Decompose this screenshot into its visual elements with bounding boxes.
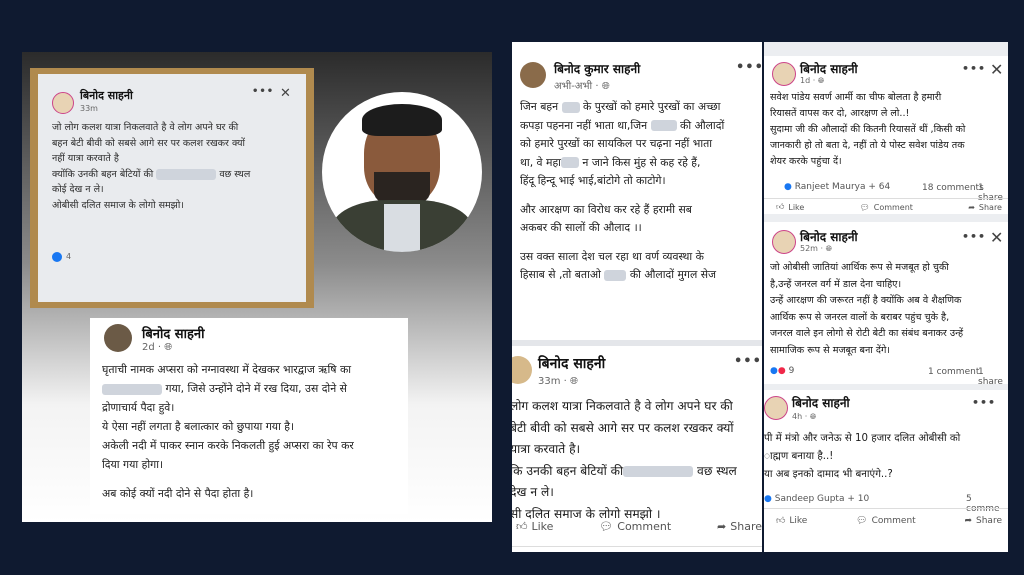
post-body: जो लोग कलश यात्रा निकलवाते है वे लोग अपन… bbox=[52, 122, 251, 211]
middle-panel: बिनोद कुमार साहनी अभी-अभी · 🌐︎ ••• जिन ब… bbox=[512, 42, 762, 552]
share-button[interactable]: ➦ Share bbox=[968, 202, 1002, 212]
post-time: 33m · 🌐︎ bbox=[538, 376, 579, 387]
like-reaction-icon bbox=[52, 252, 62, 262]
post-author: बिनोद कुमार साहनी bbox=[554, 62, 641, 76]
post-author: बिनोद साहनी bbox=[80, 89, 133, 102]
post-time: 52m · 🌐︎ bbox=[800, 244, 833, 253]
photo-post-card: बिनोद साहनी 33m ✕ ••• जो लोग कलश यात्रा … bbox=[38, 74, 306, 302]
action-bar: 👍︎ Like 💬︎ Comment ➦ Share bbox=[776, 202, 1002, 212]
avatar bbox=[52, 92, 74, 114]
post-time: 33m bbox=[80, 104, 98, 113]
globe-icon: 🌐︎ bbox=[809, 412, 817, 421]
more-options-icon[interactable]: ••• bbox=[252, 86, 274, 97]
like-reaction-icon: ● bbox=[784, 182, 792, 192]
share-icon: ➦ bbox=[964, 516, 973, 526]
share-count: 1 share bbox=[978, 183, 1003, 203]
action-bar: 👍︎ Like 💬︎ Comment ➦ Share bbox=[516, 520, 762, 533]
post-body: लोग कलश यात्रा निकलवाते है वे लोग अपने घ… bbox=[512, 399, 737, 521]
like-button[interactable]: 👍︎ Like bbox=[776, 202, 804, 212]
close-icon[interactable]: ✕ bbox=[280, 86, 291, 101]
post-author: बिनोद साहनी bbox=[538, 356, 606, 372]
avatar bbox=[520, 62, 546, 88]
post-body: सवेश पांडेय सवर्ण आर्मी का चीफ बोलता है … bbox=[770, 92, 966, 167]
like-button[interactable]: 👍︎ Like bbox=[516, 520, 553, 533]
comment-count: 1 comment bbox=[928, 367, 980, 377]
left-panel: बिनोद साहनी 33m ✕ ••• जो लोग कलश यात्रा … bbox=[22, 52, 492, 522]
post-time: 2d · 🌐︎ bbox=[142, 342, 173, 353]
post-body: घृताची नामक अप्सरा को नग्नावस्था में देख… bbox=[102, 363, 354, 500]
comment-button[interactable]: 💬︎ Comment bbox=[599, 520, 671, 533]
globe-icon: 🌐︎ bbox=[570, 376, 579, 387]
share-icon: ➦ bbox=[968, 202, 975, 212]
post-author: बिनोद साहनी bbox=[792, 396, 850, 410]
portrait-hair bbox=[362, 104, 442, 136]
comment-button[interactable]: 💬︎ Comment bbox=[856, 516, 916, 526]
profile-portrait bbox=[322, 92, 482, 252]
thumbs-up-icon: 👍︎ bbox=[516, 520, 528, 533]
post-time: 4h · 🌐︎ bbox=[792, 412, 817, 421]
share-count: 1 share bbox=[978, 367, 1003, 384]
reactors: ● Ranjeet Maurya + 64 bbox=[784, 182, 891, 192]
divider bbox=[512, 546, 762, 547]
post-body: जो ओबीसी जातियां आर्थिक रूप से मजबूत हो … bbox=[770, 262, 964, 356]
globe-icon: 🌐︎ bbox=[825, 244, 833, 253]
photo-frame: बिनोद साहनी 33m ✕ ••• जो लोग कलश यात्रा … bbox=[30, 68, 314, 308]
divider bbox=[764, 198, 1008, 199]
post-time: 1d · 🌐︎ bbox=[800, 76, 825, 85]
more-options-icon[interactable]: ••• bbox=[736, 60, 762, 75]
post-card: बिनोद साहनी 52m · 🌐︎ ••• ✕ जो ओबीसी जाति… bbox=[764, 222, 1008, 384]
avatar bbox=[764, 396, 788, 420]
avatar bbox=[772, 230, 796, 254]
globe-icon: 🌐︎ bbox=[817, 76, 825, 85]
divider bbox=[512, 340, 762, 346]
thumbs-up-icon: 👍︎ bbox=[776, 516, 786, 526]
share-icon: ➦ bbox=[717, 520, 727, 533]
divider bbox=[764, 508, 1008, 509]
action-bar: 👍︎ Like 💬︎ Comment ➦ Share bbox=[776, 516, 1002, 526]
comment-button[interactable]: 💬︎ Comment bbox=[860, 202, 913, 212]
more-options-icon[interactable]: ••• bbox=[962, 230, 986, 243]
share-button[interactable]: ➦ Share bbox=[964, 516, 1002, 526]
reactions: ●● 9 bbox=[770, 366, 795, 376]
like-reaction-icon: ● bbox=[764, 494, 772, 504]
like-button[interactable]: 👍︎ Like bbox=[776, 516, 807, 526]
avatar bbox=[512, 356, 532, 384]
comment-icon: 💬︎ bbox=[859, 202, 870, 212]
post-card: बिनोद साहनी 2d · 🌐︎ घृताची नामक अप्सरा क… bbox=[90, 318, 408, 514]
globe-icon: 🌐︎ bbox=[164, 342, 173, 353]
share-button[interactable]: ➦ Share bbox=[717, 520, 762, 533]
thumbs-up-icon: 👍︎ bbox=[776, 202, 785, 211]
post-card: बिनोद साहनी 1d · 🌐︎ ••• ✕ सवेश पांडेय सव… bbox=[764, 56, 1008, 214]
more-options-icon[interactable]: ••• bbox=[962, 62, 986, 75]
comment-count: 18 comments bbox=[922, 183, 984, 193]
more-options-icon[interactable]: ••• bbox=[734, 354, 762, 369]
close-icon[interactable]: ✕ bbox=[990, 60, 1003, 79]
close-icon[interactable]: ✕ bbox=[990, 228, 1003, 247]
post-author: बिनोद साहनी bbox=[800, 62, 858, 76]
reactors: ● Sandeep Gupta + 10 bbox=[764, 494, 870, 504]
post-author: बिनोद साहनी bbox=[800, 230, 858, 244]
post-time: अभी-अभी · 🌐︎ bbox=[554, 81, 610, 92]
avatar bbox=[104, 324, 132, 352]
avatar bbox=[772, 62, 796, 86]
more-options-icon[interactable]: ••• bbox=[972, 396, 996, 409]
comment-icon: 💬︎ bbox=[856, 516, 868, 526]
globe-icon: 🌐︎ bbox=[601, 81, 610, 92]
right-panel: बिनोद साहनी 1d · 🌐︎ ••• ✕ सवेश पांडेय सव… bbox=[764, 42, 1008, 552]
comment-icon: 💬︎ bbox=[599, 520, 614, 533]
post-body: जिन बहन के पुरखों को हमारे पुरखों का अच्… bbox=[520, 100, 725, 281]
post-body: पी में मंत्रो और जनेऊ से 10 हजार दलित ओब… bbox=[764, 433, 961, 480]
like-reaction-icon: ● bbox=[770, 366, 778, 376]
love-reaction-icon: ● bbox=[777, 366, 786, 376]
reaction-count: 4 bbox=[66, 252, 72, 261]
portrait-shirt bbox=[384, 204, 420, 252]
post-author: बिनोद साहनी bbox=[142, 327, 205, 342]
post-card: बिनोद साहनी 4h · 🌐︎ ••• पी में मंत्रो और… bbox=[764, 390, 1008, 552]
comment-count: 5 comme bbox=[966, 494, 1000, 514]
